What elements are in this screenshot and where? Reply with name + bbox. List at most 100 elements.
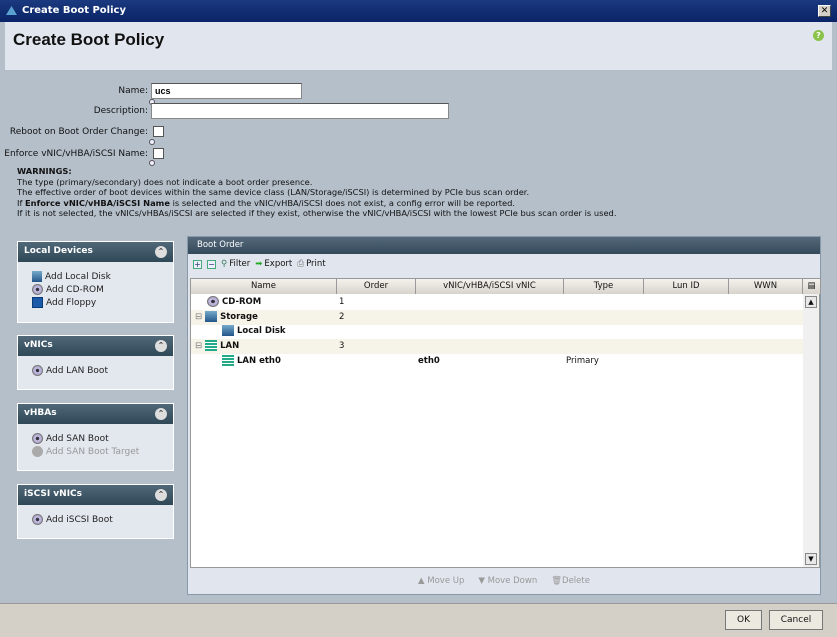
warning-line: The effective order of boot devices with… — [17, 187, 530, 197]
table-row[interactable]: LAN eth0 eth0 Primary — [191, 354, 803, 369]
cd-icon — [32, 284, 43, 295]
row-name: CD-ROM — [222, 297, 262, 307]
panel-local-devices: Local Devices ⌃ Add Local Disk Add CD-ROM… — [17, 241, 174, 323]
item-label: Add SAN Boot Target — [46, 446, 140, 457]
reboot-label: Reboot on Boot Order Change: — [9, 127, 148, 137]
footer: OK Cancel — [0, 603, 837, 637]
row-order: 3 — [339, 341, 345, 351]
row-name: Storage — [220, 312, 258, 322]
reboot-checkbox[interactable] — [153, 126, 164, 137]
disk-icon — [32, 271, 42, 282]
tree-toggle-icon[interactable]: ⊟ — [195, 312, 202, 322]
row-order: 1 — [339, 297, 345, 307]
floppy-icon — [32, 297, 43, 308]
collapse-icon[interactable]: ⌃ — [155, 489, 167, 501]
description-input[interactable] — [151, 103, 449, 119]
warning-line: The type (primary/secondary) does not in… — [17, 176, 313, 187]
table-row[interactable]: ⊟ Storage 2 — [191, 310, 803, 325]
description-label: Description: — [93, 106, 148, 116]
table-header: Name Order vNIC/vHBA/iSCSI vNIC Type Lun… — [191, 279, 821, 294]
print-button[interactable]: ⎙ Print — [297, 259, 325, 269]
column-chooser-icon[interactable]: ▤ — [803, 279, 821, 294]
warning-bold: Enforce vNIC/vHBA/iSCSI Name — [25, 197, 170, 208]
filter-label: Filter — [229, 259, 251, 269]
move-down-label: Move Down — [487, 576, 538, 586]
column-type[interactable]: Type — [564, 279, 644, 294]
vertical-scrollbar[interactable]: ▲ ▼ — [803, 294, 819, 567]
row-type: Primary — [566, 356, 599, 366]
add-floppy[interactable]: Add Floppy — [18, 296, 173, 309]
row-order: 2 — [339, 312, 345, 322]
collapse-icon[interactable]: ⌃ — [155, 246, 167, 258]
column-order[interactable]: Order — [337, 279, 416, 294]
move-up-button: ▲ Move Up — [418, 576, 465, 586]
scroll-up-button[interactable]: ▲ — [805, 296, 817, 308]
table-row[interactable]: CD-ROM 1 — [191, 295, 803, 310]
lan-icon — [205, 340, 218, 351]
add-san-boot[interactable]: Add SAN Boot — [18, 432, 173, 445]
export-button[interactable]: ➡ Export — [255, 259, 292, 269]
item-label: Add CD-ROM — [46, 284, 104, 295]
item-label: Add Floppy — [46, 297, 97, 308]
title-bar: Create Boot Policy ✕ — [0, 0, 837, 22]
boot-order-panel: Boot Order + − ⚲ Filter ➡ Export ⎙ Print Na… — [187, 236, 821, 595]
row-vnic: eth0 — [418, 356, 440, 366]
add-san-boot-target: Add SAN Boot Target — [18, 445, 173, 458]
name-input[interactable] — [151, 83, 302, 99]
collapse-all-button[interactable]: − — [207, 259, 216, 269]
toolbar: + − ⚲ Filter ➡ Export ⎙ Print — [188, 254, 820, 274]
item-label: Add SAN Boot — [46, 433, 109, 444]
panel-title: vHBAs — [24, 408, 57, 418]
add-cd-rom[interactable]: Add CD-ROM — [18, 283, 173, 296]
help-icon[interactable]: ? — [813, 30, 824, 41]
add-lan-boot[interactable]: Add LAN Boot — [18, 364, 173, 377]
panel-header: iSCSI vNICs ⌃ — [18, 485, 173, 505]
export-icon: ➡ — [255, 259, 263, 269]
add-iscsi-boot[interactable]: Add iSCSI Boot — [18, 513, 173, 526]
panel-vnics: vNICs ⌃ Add LAN Boot — [17, 335, 174, 390]
collapse-icon[interactable]: ⌃ — [155, 340, 167, 352]
page-header: Create Boot Policy ? — [5, 22, 832, 70]
column-wwn[interactable]: WWN — [729, 279, 803, 294]
move-up-label: Move Up — [427, 576, 465, 586]
add-icon — [32, 514, 43, 525]
panel-header: vNICs ⌃ — [18, 336, 173, 356]
scroll-down-button[interactable]: ▼ — [805, 553, 817, 565]
ok-button[interactable]: OK — [725, 610, 762, 630]
tree-toggle-icon[interactable]: ⊟ — [195, 341, 202, 351]
enforce-label: Enforce vNIC/vHBA/iSCSI Name: — [4, 149, 148, 159]
window-title: Create Boot Policy — [22, 5, 126, 16]
info-icon — [149, 139, 155, 145]
cancel-button[interactable]: Cancel — [769, 610, 823, 630]
warning-line: If it is not selected, the vNICs/vHBAs/i… — [17, 208, 617, 218]
collapse-icon[interactable]: ⌃ — [155, 408, 167, 420]
boot-order-table: Name Order vNIC/vHBA/iSCSI vNIC Type Lun… — [190, 278, 821, 568]
panel-vhbas: vHBAs ⌃ Add SAN Boot Add SAN Boot Target — [17, 403, 174, 471]
warnings-title: WARNINGS: — [17, 166, 72, 176]
trash-icon: 🗑 — [551, 576, 563, 586]
row-name: Local Disk — [237, 326, 286, 336]
action-bar: ▲ Move Up ▼ Move Down 🗑Delete — [188, 568, 820, 594]
add-local-disk[interactable]: Add Local Disk — [18, 270, 173, 283]
warning-text: is selected and the vNIC/vHBA/iSCSI does… — [169, 197, 516, 208]
row-name: LAN eth0 — [237, 356, 281, 366]
add-icon — [32, 365, 43, 376]
column-vnic[interactable]: vNIC/vHBA/iSCSI vNIC — [416, 279, 564, 294]
boot-order-title: Boot Order — [188, 237, 820, 254]
item-label: Add iSCSI Boot — [46, 514, 113, 525]
close-button[interactable]: ✕ — [818, 5, 831, 17]
warnings: WARNINGS: The type (primary/secondary) d… — [17, 166, 616, 219]
export-label: Export — [264, 259, 293, 269]
table-row[interactable]: Local Disk — [191, 324, 803, 339]
column-lun-id[interactable]: Lun ID — [644, 279, 729, 294]
row-name: LAN — [220, 341, 240, 351]
enforce-checkbox[interactable] — [153, 148, 164, 159]
panel-header: vHBAs ⌃ — [18, 404, 173, 424]
column-name[interactable]: Name — [191, 279, 337, 294]
storage-icon — [205, 311, 218, 322]
expand-all-button[interactable]: + — [193, 259, 202, 269]
table-row[interactable]: ⊟ LAN 3 — [191, 339, 803, 354]
warning-line: If Enforce vNIC/vHBA/iSCSI Name is selec… — [17, 198, 616, 209]
app-icon — [6, 6, 17, 15]
filter-button[interactable]: ⚲ Filter — [221, 259, 250, 269]
